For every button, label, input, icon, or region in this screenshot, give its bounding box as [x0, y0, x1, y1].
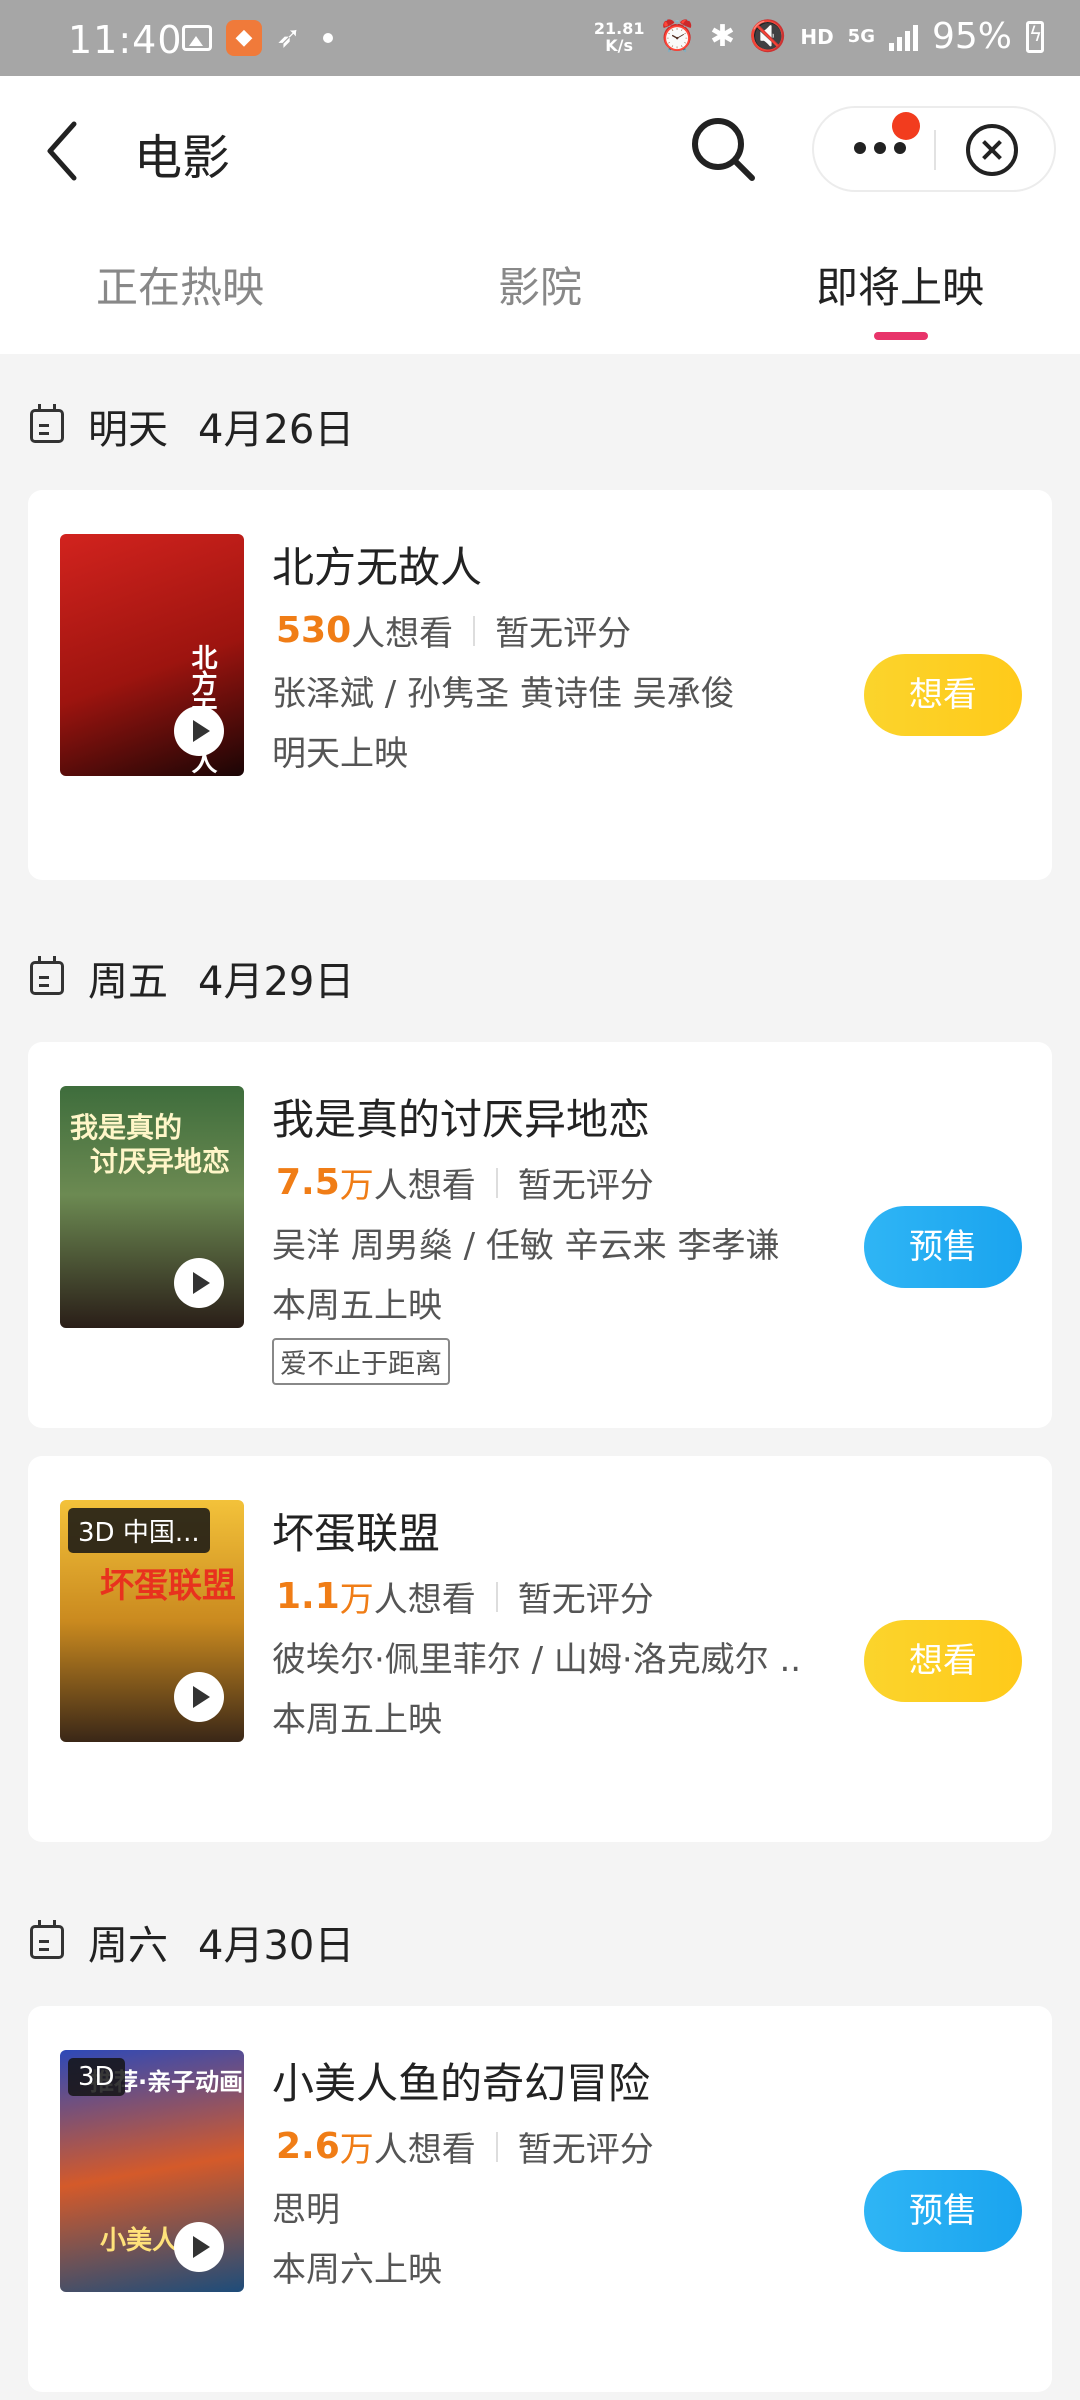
movie-tag: 爱不止于距离 [272, 1338, 450, 1385]
play-icon[interactable] [174, 706, 224, 756]
header: 电影 正在热映 影院 即将上映 [0, 76, 1080, 354]
status-bar: 11:40 ◆ ➶ 21.81 K/s ⏰ ✱ 🔇 HD 5G 95% [0, 0, 1080, 76]
network-speed-value: 21.81 [593, 18, 645, 38]
want-unit: 万 [339, 1580, 374, 1620]
presale-button[interactable]: 预售 [864, 2170, 1022, 2252]
movie-poster[interactable]: 推荐·亲子动画 小美人鱼 3D [60, 2050, 244, 2292]
date-header: 明天 4月26日 [30, 396, 354, 456]
stats-divider [495, 1581, 498, 1612]
battery-icon [1026, 20, 1044, 53]
presale-button[interactable]: 预售 [864, 1206, 1022, 1288]
more-icon[interactable] [854, 142, 906, 154]
stats-divider [495, 1167, 498, 1198]
want-suffix: 人想看 [373, 2130, 476, 2170]
date-text: 4月29日 [198, 959, 355, 1005]
app-notification-icon: ◆ [226, 20, 262, 56]
poster-badge: 3D 中国... [68, 1508, 210, 1553]
network-type: 5G [847, 26, 875, 47]
want-suffix: 人想看 [351, 614, 454, 654]
alarm-icon: ⏰ [658, 19, 696, 54]
mute-icon: 🔇 [748, 19, 787, 54]
movie-stats: 1.1 万 人想看 暂无评分 [276, 1572, 654, 1621]
notification-dot-icon [323, 33, 334, 43]
date-header: 周五 4月29日 [30, 948, 354, 1008]
status-time: 11:40 [68, 18, 183, 62]
status-left-icons: ◆ ➶ [182, 20, 334, 56]
play-icon[interactable] [174, 2222, 224, 2272]
date-day: 周五 [88, 959, 168, 1005]
movie-cast: 彼埃尔·佩里菲尔 / 山姆·洛克威尔 ... [272, 1640, 802, 1680]
tab-coming-soon[interactable]: 即将上映 [720, 254, 1080, 315]
movie-poster[interactable]: 坏蛋联盟 3D 中国... [60, 1500, 244, 1742]
status-right-icons: 21.81 K/s ⏰ ✱ 🔇 HD 5G 95% [594, 16, 1044, 57]
movie-poster[interactable]: 我是真的 讨厌异地恋 [60, 1086, 244, 1328]
movie-stats: 7.5 万 人想看 暂无评分 [276, 1158, 654, 1207]
hd-label: HD [800, 24, 834, 49]
stats-divider [473, 615, 476, 646]
tab-cinemas[interactable]: 影院 [360, 254, 720, 315]
release-info: 明天上映 [272, 734, 408, 774]
page-title: 电影 [134, 130, 231, 186]
tab-now-showing[interactable]: 正在热映 [0, 254, 360, 315]
gallery-icon [182, 25, 212, 51]
active-tab-indicator [874, 332, 928, 340]
rating-text: 暂无评分 [517, 1580, 654, 1620]
movie-poster[interactable]: 北方无故人 [60, 534, 244, 776]
miniprogram-capsule [812, 106, 1056, 192]
rating-text: 暂无评分 [517, 1166, 654, 1206]
close-icon[interactable] [966, 124, 1018, 176]
movie-stats: 530 人想看 暂无评分 [276, 606, 631, 655]
send-icon: ➶ [276, 20, 302, 55]
want-suffix: 人想看 [373, 1580, 476, 1620]
movie-stats: 2.6 万 人想看 暂无评分 [276, 2122, 654, 2171]
release-info: 本周六上映 [272, 2250, 442, 2290]
network-speed-unit: K/s [605, 35, 634, 55]
search-icon[interactable] [688, 114, 758, 184]
want-to-see-button[interactable]: 想看 [864, 654, 1022, 736]
signal-icon [888, 23, 918, 51]
date-text: 4月30日 [198, 1923, 355, 1969]
date-text: 4月26日 [198, 407, 355, 453]
red-dot-badge [892, 112, 920, 140]
want-suffix: 人想看 [373, 1166, 476, 1206]
release-info: 本周五上映 [272, 1286, 442, 1326]
want-count: 1.1 [276, 1576, 340, 1617]
date-day: 周六 [88, 1923, 168, 1969]
date-header: 周六 4月30日 [30, 1912, 354, 1972]
want-count: 7.5 [276, 1162, 340, 1203]
bluetooth-icon: ✱ [709, 19, 735, 54]
release-info: 本周五上映 [272, 1700, 442, 1740]
movie-title[interactable]: 坏蛋联盟 [272, 1500, 440, 1561]
rating-text: 暂无评分 [517, 2130, 654, 2170]
movie-card[interactable]: 推荐·亲子动画 小美人鱼 3D 小美人鱼的奇幻冒险 2.6 万 人想看 暂无评分… [28, 2006, 1052, 2392]
play-icon[interactable] [174, 1258, 224, 1308]
movie-cast: 吴洋 周男燊 / 任敏 辛云来 李孝谦 [272, 1226, 780, 1266]
movie-title[interactable]: 我是真的讨厌异地恋 [272, 1086, 650, 1147]
back-arrow-icon[interactable] [40, 116, 90, 186]
calendar-icon [30, 404, 64, 443]
want-count: 2.6 [276, 2126, 340, 2167]
want-to-see-button[interactable]: 想看 [864, 1620, 1022, 1702]
movie-title[interactable]: 小美人鱼的奇幻冒险 [272, 2050, 650, 2111]
poster-badge: 3D [68, 2058, 125, 2096]
network-speed: 21.81 K/s [594, 20, 645, 54]
want-count: 530 [276, 610, 352, 651]
want-unit: 万 [339, 2130, 374, 2170]
battery-percent: 95% [931, 16, 1012, 57]
capsule-divider [934, 130, 936, 170]
want-unit: 万 [339, 1166, 374, 1206]
movie-title[interactable]: 北方无故人 [272, 534, 482, 595]
movie-card[interactable]: 坏蛋联盟 3D 中国... 坏蛋联盟 1.1 万 人想看 暂无评分 彼埃尔·佩里… [28, 1456, 1052, 1842]
date-day: 明天 [88, 407, 168, 453]
stats-divider [495, 2131, 498, 2162]
play-icon[interactable] [174, 1672, 224, 1722]
movie-card[interactable]: 我是真的 讨厌异地恋 我是真的讨厌异地恋 7.5 万 人想看 暂无评分 吴洋 周… [28, 1042, 1052, 1428]
calendar-icon [30, 1920, 64, 1959]
movie-card[interactable]: 北方无故人 北方无故人 530 人想看 暂无评分 张泽斌 / 孙隽圣 黄诗佳 吴… [28, 490, 1052, 880]
movie-cast: 思明 [272, 2190, 340, 2230]
calendar-icon [30, 956, 64, 995]
rating-text: 暂无评分 [495, 614, 632, 654]
movie-cast: 张泽斌 / 孙隽圣 黄诗佳 吴承俊 [272, 674, 735, 714]
